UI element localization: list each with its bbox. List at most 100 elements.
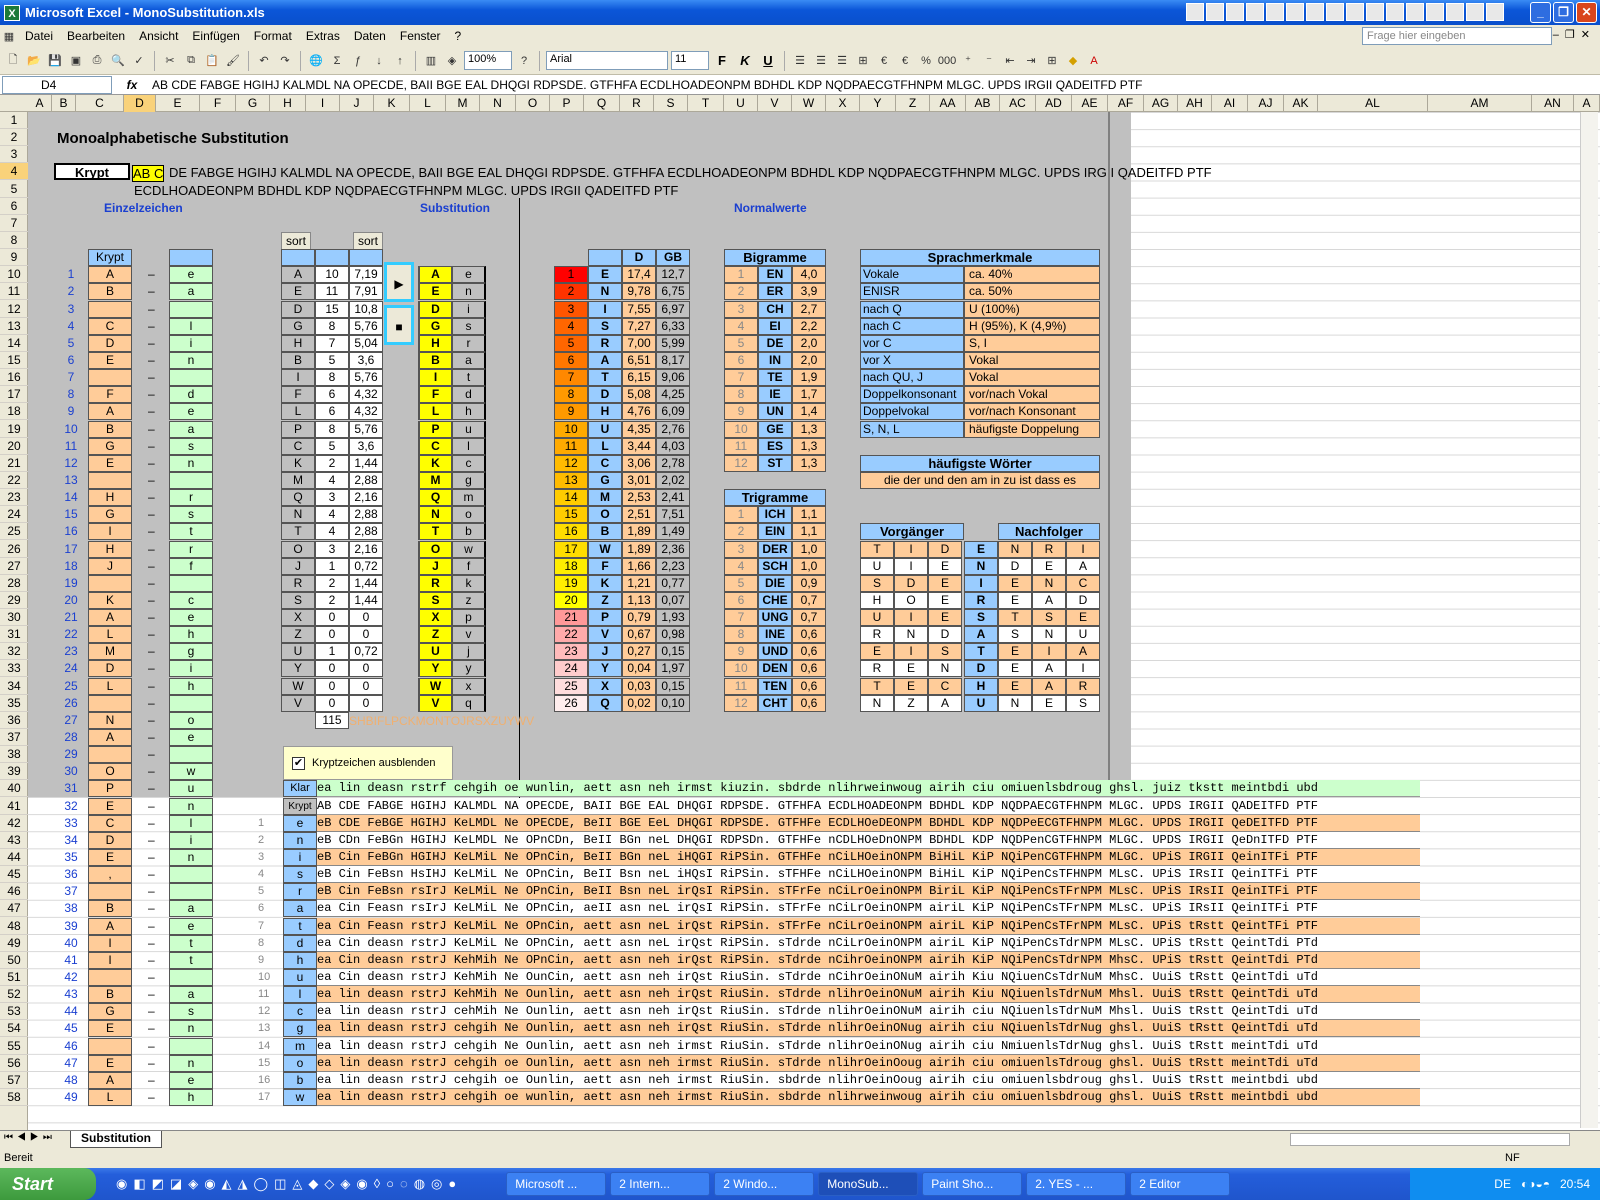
row-header[interactable]: 29 <box>0 592 28 609</box>
subst-klar-letter[interactable]: y <box>452 660 486 678</box>
col-header-AG[interactable]: AG <box>1144 95 1178 112</box>
subst-klar-letter[interactable]: i <box>452 300 486 318</box>
taskbar-item[interactable]: 2. YES - ... <box>1026 1172 1127 1196</box>
einzel-klar-cell[interactable]: s <box>169 506 213 524</box>
row-header[interactable]: 42 <box>0 815 28 832</box>
row-header[interactable]: 34 <box>0 678 28 695</box>
row-header[interactable]: 10 <box>0 266 28 284</box>
col-header-A[interactable]: A <box>28 95 52 112</box>
einzel-klar-cell[interactable]: h <box>169 1088 213 1106</box>
subst-letter[interactable]: O <box>418 540 452 558</box>
row-header[interactable]: 49 <box>0 935 28 952</box>
col-header-T[interactable]: T <box>688 95 724 112</box>
einzel-klar-cell[interactable]: e <box>169 609 213 627</box>
einzel-klar-cell[interactable]: h <box>169 677 213 695</box>
einzel-klar-cell[interactable]: e <box>169 917 213 935</box>
row-header[interactable]: 16 <box>0 369 28 387</box>
col-header-N[interactable]: N <box>480 95 516 112</box>
einzel-krypt-cell[interactable] <box>88 300 132 318</box>
row-header[interactable]: 46 <box>0 883 28 901</box>
col-header-D[interactable]: D <box>124 95 156 112</box>
subst-letter[interactable]: V <box>418 694 452 712</box>
col-header-A[interactable]: A <box>1574 95 1600 112</box>
print-icon[interactable]: ⎙ <box>88 52 106 70</box>
einzel-krypt-cell[interactable]: E <box>88 1020 132 1038</box>
menu-4[interactable]: Format <box>247 29 299 43</box>
subst-letter[interactable]: D <box>418 300 452 318</box>
taskbar-item[interactable]: 2 Intern... <box>610 1172 711 1196</box>
col-header-B[interactable]: B <box>52 95 76 112</box>
einzel-krypt-cell[interactable] <box>88 369 132 387</box>
einzel-krypt-cell[interactable]: E <box>88 797 132 815</box>
einzel-klar-cell[interactable]: r <box>169 540 213 558</box>
subst-klar-letter[interactable]: d <box>452 386 486 404</box>
einzel-klar-cell[interactable] <box>169 969 213 986</box>
col-header-C[interactable]: C <box>76 95 124 112</box>
einzel-krypt-cell[interactable]: A <box>88 609 132 627</box>
sort-button-left[interactable]: sort <box>281 231 311 251</box>
row-header[interactable]: 14 <box>0 335 28 352</box>
einzel-krypt-cell[interactable] <box>88 574 132 592</box>
col-header-U[interactable]: U <box>724 95 758 112</box>
einzel-krypt-cell[interactable]: H <box>88 540 132 558</box>
help-search-input[interactable]: Frage hier eingeben <box>1362 27 1552 45</box>
hyperlink-icon[interactable]: 🌐 <box>307 52 325 70</box>
row-header[interactable]: 43 <box>0 832 28 849</box>
row-header[interactable]: 5 <box>0 181 28 198</box>
subst-klar-letter[interactable]: g <box>452 471 486 489</box>
einzel-klar-cell[interactable]: o <box>169 711 213 729</box>
einzel-krypt-cell[interactable]: A <box>88 266 132 284</box>
drawing-icon[interactable]: ◈ <box>443 52 461 70</box>
einzel-krypt-cell[interactable]: D <box>88 660 132 678</box>
cut-icon[interactable]: ✂ <box>161 52 179 70</box>
einzel-klar-cell[interactable]: a <box>169 420 213 438</box>
row-header[interactable]: 3 <box>0 146 28 164</box>
subst-klar-letter[interactable]: a <box>452 351 486 369</box>
col-header-AK[interactable]: AK <box>1284 95 1318 112</box>
einzel-krypt-cell[interactable]: A <box>88 917 132 935</box>
row-header[interactable]: 30 <box>0 609 28 627</box>
chart-icon[interactable]: ▥ <box>422 52 440 70</box>
einzel-krypt-cell[interactable]: G <box>88 506 132 524</box>
row-header[interactable]: 22 <box>0 472 28 489</box>
einzel-klar-cell[interactable]: e <box>169 266 213 284</box>
subst-letter[interactable]: Q <box>418 489 452 507</box>
einzel-klar-cell[interactable]: u <box>169 780 213 798</box>
fx-icon[interactable]: fx <box>112 78 152 92</box>
redo-icon[interactable]: ↷ <box>276 52 294 70</box>
format-painter-icon[interactable]: 🖌 <box>224 52 242 70</box>
einzel-klar-cell[interactable]: i <box>169 660 213 678</box>
row-header[interactable]: 36 <box>0 712 28 729</box>
einzel-klar-cell[interactable] <box>169 1037 213 1055</box>
underline-icon[interactable]: U <box>758 53 778 68</box>
einzel-krypt-cell[interactable]: L <box>88 626 132 644</box>
row-header[interactable]: 41 <box>0 798 28 815</box>
einzel-klar-cell[interactable] <box>169 471 213 489</box>
einzel-krypt-cell[interactable]: B <box>88 900 132 918</box>
row-header[interactable]: 24 <box>0 506 28 524</box>
row-header[interactable]: 50 <box>0 952 28 969</box>
menu-5[interactable]: Extras <box>299 29 347 43</box>
subst-klar-letter[interactable]: o <box>452 506 486 524</box>
col-header-I[interactable]: I <box>306 95 340 112</box>
quick-launch-toolbar[interactable]: ◉◧◩◪◈◉◭◮◯◫◬◆◇◈◉◊○◌◍◎● <box>116 1176 462 1192</box>
kryptzeichen-checkbox[interactable]: ✔ <box>292 757 305 771</box>
maximize-button[interactable]: ❐ <box>1553 2 1574 23</box>
col-header-Q[interactable]: Q <box>584 95 620 112</box>
col-header-L[interactable]: L <box>410 95 446 112</box>
einzel-klar-cell[interactable]: f <box>169 557 213 575</box>
row-header[interactable]: 40 <box>0 780 28 798</box>
subst-klar-letter[interactable]: c <box>452 454 486 472</box>
subst-klar-letter[interactable]: j <box>452 643 486 661</box>
col-header-K[interactable]: K <box>374 95 410 112</box>
subst-letter[interactable]: C <box>418 437 452 455</box>
row-header[interactable]: 11 <box>0 283 28 301</box>
col-header-AI[interactable]: AI <box>1212 95 1248 112</box>
row-header[interactable]: 51 <box>0 969 28 986</box>
align-right-icon[interactable]: ☰ <box>833 52 851 70</box>
col-header-AJ[interactable]: AJ <box>1248 95 1284 112</box>
einzel-klar-cell[interactable] <box>169 883 213 901</box>
einzel-krypt-cell[interactable]: A <box>88 729 132 747</box>
taskbar-item[interactable]: Microsoft ... <box>506 1172 607 1196</box>
einzel-klar-cell[interactable]: h <box>169 626 213 644</box>
